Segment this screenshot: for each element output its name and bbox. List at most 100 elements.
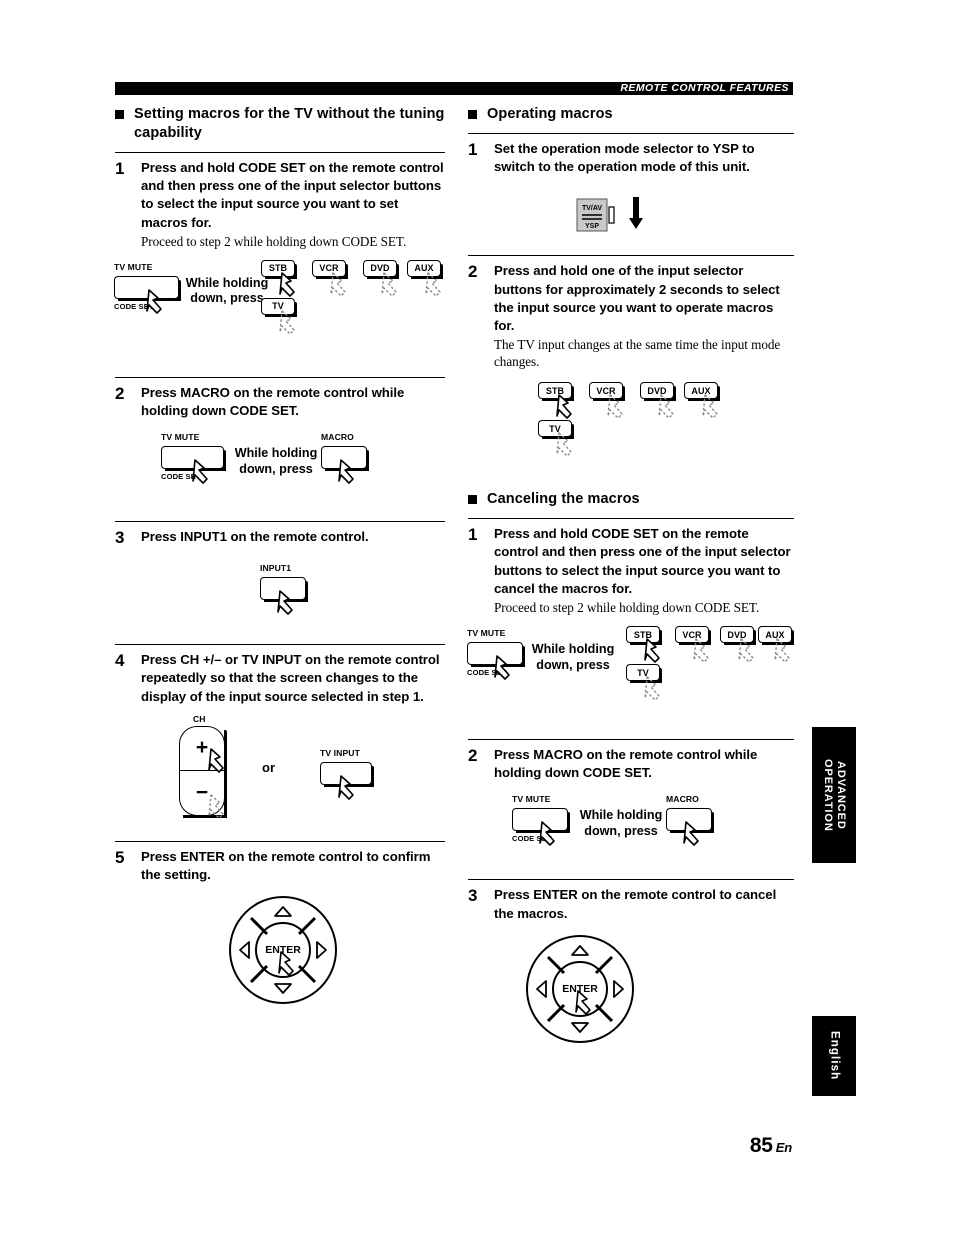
side-tab-advanced-operation: ADVANCED OPERATION [812, 727, 856, 863]
step-2: 2 Press and hold one of the input select… [468, 262, 794, 370]
hand-pointer-icon [276, 588, 302, 618]
left-column: Setting macros for the TV without the tu… [114, 105, 445, 1016]
hand-pointer-icon [701, 392, 727, 422]
divider [468, 255, 794, 257]
svg-text:YSP: YSP [585, 223, 599, 230]
step-text: Press and hold CODE SET on the remote co… [494, 526, 791, 596]
tv-mute-label: TV MUTE [114, 261, 153, 272]
step-3: 3 Press INPUT1 on the remote control. [115, 528, 445, 547]
tv-mute-label: TV MUTE [512, 794, 551, 805]
while-holding-note: While holding down, press [227, 446, 325, 477]
hand-pointer-icon [380, 270, 406, 300]
step-number: 2 [115, 383, 125, 403]
while-holding-note: While holding down, press [524, 642, 622, 673]
step-text: Set the operation mode selector to YSP t… [494, 141, 755, 175]
note-line-1: While holding [234, 446, 318, 461]
operation-mode-selector[interactable]: TV/AV YSP [576, 198, 624, 237]
note-line-1: While holding [579, 808, 663, 823]
divider [468, 879, 794, 881]
step-1: 1 Set the operation mode selector to YSP… [468, 140, 794, 176]
divider [115, 644, 445, 646]
step-text: Press CH +/– or TV INPUT on the remote c… [141, 652, 440, 704]
step-3: 3 Press ENTER on the remote control to c… [468, 886, 794, 922]
figure-mode-selector: TV/AV YSP [468, 190, 794, 246]
side-tab-language-label: English [828, 1031, 841, 1081]
step-number: 1 [115, 159, 125, 178]
figure-codeset-macro: TV MUTE CODE SET While holding down, pre… [115, 432, 445, 512]
hand-pointer-icon [643, 674, 669, 704]
hand-pointer-icon [329, 270, 355, 300]
section-heading-setting-macros: Setting macros for the TV without the tu… [115, 105, 445, 143]
step-1: 1 Press and hold CODE SET on the remote … [115, 159, 445, 250]
step-1: 1 Press and hold CODE SET on the remote … [468, 525, 794, 616]
hand-pointer-icon [538, 819, 564, 849]
step-subtext: The TV input changes at the same time th… [494, 337, 781, 370]
divider [468, 739, 794, 741]
hand-pointer-icon [682, 819, 708, 849]
step-4: 4 Press CH +/– or TV INPUT on the remote… [115, 651, 445, 706]
note-line-2: down, press [190, 291, 264, 306]
hand-pointer-icon [145, 287, 171, 317]
step-2: 2 Press MACRO on the remote control whil… [115, 384, 445, 420]
figure-codeset-input-selectors: TV MUTE CODE SET While holding down, pre… [467, 626, 794, 730]
step-number: 4 [115, 651, 125, 671]
divider [468, 518, 794, 520]
note-line-1: While holding [531, 642, 615, 657]
divider [115, 840, 445, 842]
bullet-square-icon [468, 495, 477, 505]
step-subtext: Proceed to step 2 while holding down COD… [494, 600, 760, 616]
divider [468, 133, 794, 134]
hand-pointer-icon [337, 457, 363, 487]
tv-input-label: TV INPUT [320, 747, 360, 758]
ch-label: CH [193, 713, 206, 724]
step-subtext: Proceed to step 2 while holding down COD… [141, 233, 407, 249]
right-column: Operating macros 1 Set the operation mod… [467, 105, 794, 1053]
divider [115, 152, 445, 153]
figure-input-selectors: STB VCR DVD AUX TV [468, 382, 794, 474]
hand-pointer-icon [207, 792, 233, 822]
step-5: 5 Press ENTER on the remote control to c… [115, 848, 445, 884]
step-text: Press MACRO on the remote control while … [141, 384, 405, 419]
figure-codeset-input-selectors: TV MUTE CODE SET While holding down, pre… [114, 259, 445, 368]
side-tab-language: English [812, 1016, 856, 1096]
section-title: Setting macros for the TV without the tu… [134, 106, 445, 141]
hand-pointer-icon [278, 270, 304, 300]
step-2: 2 Press MACRO on the remote control whil… [468, 746, 794, 782]
section-title: Operating macros [487, 106, 613, 122]
hand-pointer-icon [277, 949, 303, 979]
hand-pointer-icon [574, 988, 600, 1018]
step-number: 2 [468, 262, 478, 282]
svg-text:TV/AV: TV/AV [582, 205, 602, 212]
divider [115, 521, 445, 523]
divider [115, 376, 445, 378]
hand-pointer-icon [555, 392, 581, 422]
tv-mute-label: TV MUTE [467, 628, 506, 639]
step-number: 1 [468, 140, 478, 159]
figure-input1: INPUT1 [115, 563, 445, 635]
note-line-1: While holding [185, 275, 269, 290]
side-tab-advanced-label: ADVANCED OPERATION [822, 758, 847, 832]
section-title: Canceling the macros [487, 491, 640, 508]
macro-label: MACRO [321, 432, 354, 443]
running-header-bar: REMOTE CONTROL FEATURES [115, 82, 793, 95]
page-number-value: 85 [749, 1134, 773, 1157]
step-text: Press and hold one of the input selector… [494, 263, 780, 334]
figure-enter-ring-left: ENTER [115, 894, 445, 1016]
step-number: 1 [468, 525, 478, 545]
step-number: 2 [468, 746, 478, 766]
hand-pointer-icon [337, 773, 363, 803]
hand-pointer-icon [191, 457, 217, 487]
running-header-title: REMOTE CONTROL FEATURES [620, 82, 789, 94]
or-label: or [262, 759, 275, 775]
hand-pointer-icon [555, 430, 581, 460]
hand-pointer-icon [493, 653, 519, 683]
down-arrow-icon [628, 196, 644, 235]
hand-pointer-icon [278, 308, 304, 338]
section-heading-canceling-macros: Canceling the macros [468, 490, 794, 509]
manual-page: REMOTE CONTROL FEATURES Setting macros f… [0, 0, 954, 1236]
figure-ch-tvinput: CH + − or TV INPUT [115, 714, 445, 832]
hand-pointer-icon [606, 392, 632, 422]
note-line-2: down, press [239, 461, 313, 476]
note-line-2: down, press [536, 657, 610, 672]
step-text: Press and hold CODE SET on the remote co… [141, 160, 444, 230]
